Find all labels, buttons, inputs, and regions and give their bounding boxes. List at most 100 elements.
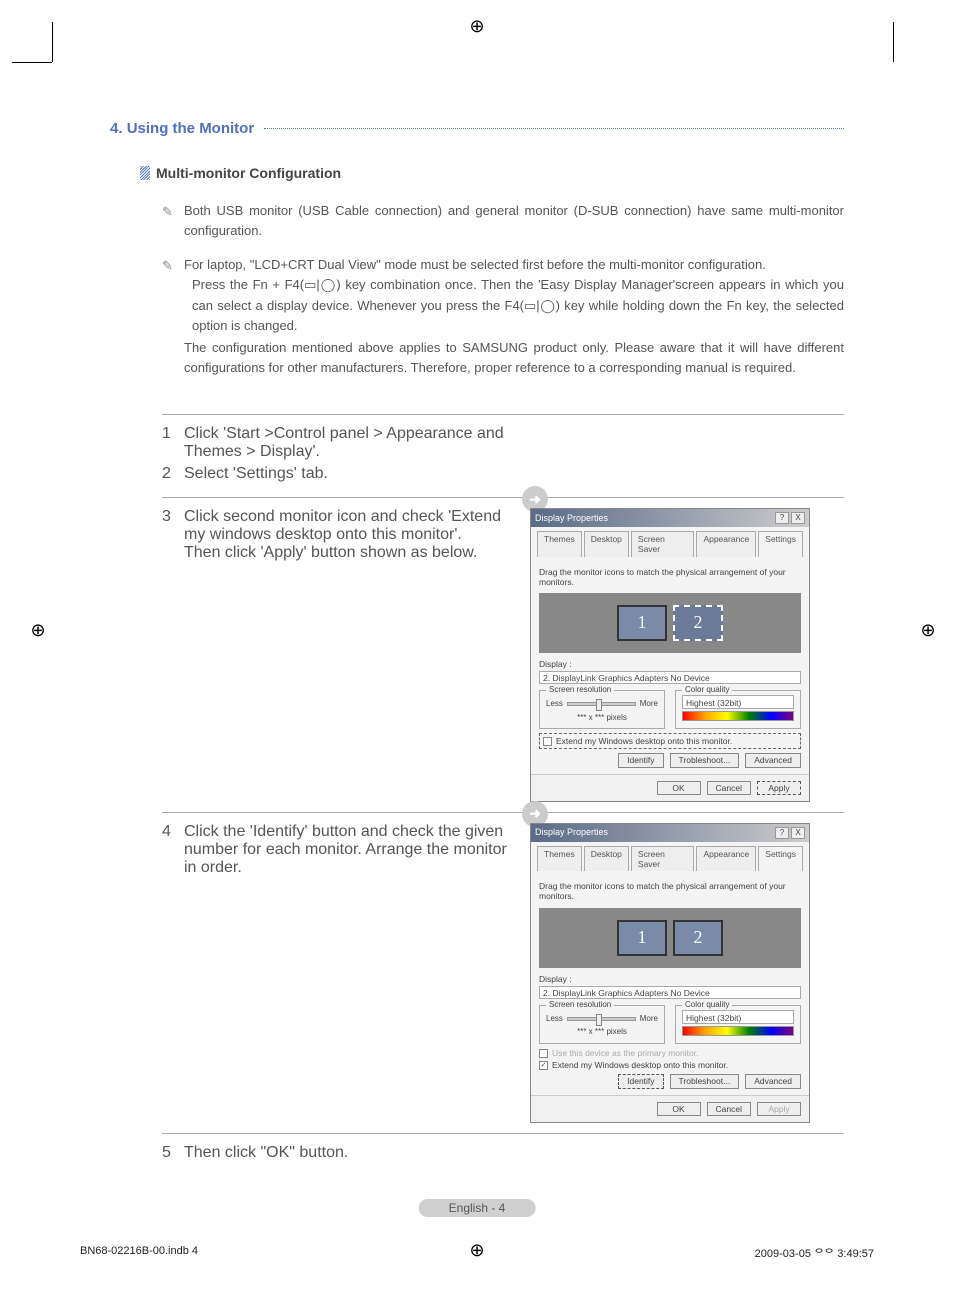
extend-checkbox-row[interactable]: ✓ Extend my Windows desktop onto this mo… — [539, 1060, 801, 1070]
troubleshoot-button[interactable]: Trobleshoot... — [670, 1074, 740, 1088]
tab-settings[interactable]: Settings — [758, 531, 803, 556]
monitor-1[interactable]: 1 — [617, 605, 667, 641]
page-footer: English - 4 — [419, 1199, 536, 1217]
step-4-text-block: 4 Click the 'Identify' button and check … — [162, 823, 512, 1123]
page: ⊕ ⊕ ⊕ ⊕ 4. Using the Monitor Multi-monit… — [0, 0, 954, 1307]
dialog-title: Display Properties — [535, 513, 608, 524]
dialog-titlebar: Display Properties ? X — [531, 509, 809, 527]
color-quality-group: Color quality Highest (32bit) — [675, 1005, 801, 1044]
monitor-2[interactable]: 2 — [673, 605, 723, 641]
display-label: Display : — [539, 659, 801, 669]
apply-button-disabled: Apply — [757, 1102, 801, 1116]
step-2-text: Select 'Settings' tab. — [184, 465, 328, 483]
dialog-body: Drag the monitor icons to match the phys… — [531, 557, 809, 774]
extend-checkbox[interactable]: ✓ — [539, 1061, 548, 1070]
heading-dots — [264, 128, 844, 129]
less-label: Less — [546, 1014, 563, 1024]
apply-button[interactable]: Apply — [757, 781, 801, 795]
dialog-body: Drag the monitor icons to match the phys… — [531, 871, 809, 1094]
dialog-titlebar: Display Properties ? X — [531, 824, 809, 842]
subheading-text: Multi-monitor Configuration — [156, 165, 341, 181]
identify-button[interactable]: Identify — [618, 1074, 663, 1088]
resolution-slider[interactable] — [567, 702, 636, 706]
help-button[interactable]: ? — [775, 827, 789, 839]
crop-mark — [52, 22, 53, 62]
display-label: Display : — [539, 974, 801, 984]
tab-themes[interactable]: Themes — [537, 846, 582, 871]
color-quality-group: Color quality Highest (32bit) — [675, 690, 801, 729]
primary-label: Use this device as the primary monitor. — [552, 1048, 698, 1058]
registration-mark-right: ⊕ — [918, 620, 938, 640]
primary-checkbox — [539, 1049, 548, 1058]
tab-appearance[interactable]: Appearance — [696, 531, 756, 556]
note-1: ✎ Both USB monitor (USB Cable connection… — [162, 201, 844, 241]
note-2-text: For laptop, "LCD+CRT Dual View" mode mus… — [184, 255, 844, 378]
tab-screensaver[interactable]: Screen Saver — [631, 531, 695, 556]
tab-screensaver[interactable]: Screen Saver — [631, 846, 695, 871]
note-2-line3: The configuration mentioned above applie… — [184, 338, 844, 378]
extend-checkbox-row[interactable]: Extend my Windows desktop onto this moni… — [539, 733, 801, 749]
step-3-text-block: 3 Click second monitor icon and check 'E… — [162, 508, 512, 802]
print-file: BN68-02216B-00.indb 4 — [80, 1245, 198, 1261]
screen-res-label: Screen resolution — [546, 685, 614, 695]
color-bar — [682, 711, 794, 721]
tab-settings[interactable]: Settings — [758, 846, 803, 871]
monitor-1[interactable]: 1 — [617, 920, 667, 956]
registration-mark-top: ⊕ — [467, 16, 487, 36]
extend-checkbox[interactable] — [543, 737, 552, 746]
pixels-label: *** x *** pixels — [546, 713, 658, 723]
tab-themes[interactable]: Themes — [537, 531, 582, 556]
screen-resolution-group: Screen resolution Less More *** x *** pi… — [539, 1005, 665, 1044]
dialog-bottom-row: OK Cancel Apply — [531, 774, 809, 801]
step-row-4: ➜ 4 Click the 'Identify' button and chec… — [162, 812, 844, 1133]
cancel-button[interactable]: Cancel — [707, 1102, 751, 1116]
close-button[interactable]: X — [791, 827, 805, 839]
display-select[interactable]: 2. DisplayLink Graphics Adapters No Devi… — [539, 986, 801, 999]
step-1-num: 1 — [162, 425, 176, 461]
step-4: 4 Click the 'Identify' button and check … — [162, 823, 512, 877]
step-3-num: 3 — [162, 508, 176, 562]
color-quality-select[interactable]: Highest (32bit) — [682, 695, 794, 709]
step-row-5: 5 Then click "OK" button. — [162, 1133, 844, 1176]
step-3b: Then click 'Apply' button shown as below… — [184, 544, 477, 561]
ok-button[interactable]: OK — [657, 1102, 701, 1116]
color-quality-label: Color quality — [682, 1000, 732, 1010]
display-select[interactable]: 2. DisplayLink Graphics Adapters No Devi… — [539, 671, 801, 684]
close-button[interactable]: X — [791, 512, 805, 524]
ok-button[interactable]: OK — [657, 781, 701, 795]
tab-appearance[interactable]: Appearance — [696, 846, 756, 871]
step-list: 1 Click 'Start >Control panel > Appearan… — [162, 425, 512, 487]
monitor-arrangement: 1 2 — [539, 908, 801, 968]
cancel-button[interactable]: Cancel — [707, 781, 751, 795]
advanced-button[interactable]: Advanced — [745, 753, 801, 767]
step-5: 5 Then click "OK" button. — [162, 1144, 512, 1162]
display-properties-dialog-2: Display Properties ? X Themes Desktop Sc… — [530, 823, 810, 1123]
screen-res-label: Screen resolution — [546, 1000, 614, 1010]
more-label: More — [640, 699, 658, 709]
print-date: 2009-03-05 ᄋᄋ 3:49:57 — [755, 1245, 874, 1261]
dialog-bottom-row: OK Cancel Apply — [531, 1095, 809, 1122]
dialog-tabs: Themes Desktop Screen Saver Appearance S… — [531, 842, 809, 871]
color-quality-select[interactable]: Highest (32bit) — [682, 1010, 794, 1024]
crop-mark — [893, 22, 894, 62]
help-button[interactable]: ? — [775, 512, 789, 524]
steps-section: 1 Click 'Start >Control panel > Appearan… — [162, 414, 844, 1176]
step-3-lines: Click second monitor icon and check 'Ext… — [184, 508, 512, 562]
dialog-title: Display Properties — [535, 827, 608, 838]
dialog-tabs: Themes Desktop Screen Saver Appearance S… — [531, 527, 809, 556]
note-2-line2: Press the Fn + F4(▭|◯) key combination o… — [192, 275, 844, 335]
pixels-label: *** x *** pixels — [546, 1027, 658, 1037]
advanced-button[interactable]: Advanced — [745, 1074, 801, 1088]
step-5-num: 5 — [162, 1144, 176, 1162]
tab-desktop[interactable]: Desktop — [584, 531, 629, 556]
troubleshoot-button[interactable]: Trobleshoot... — [670, 753, 740, 767]
step-4-text: Click the 'Identify' button and check th… — [184, 823, 512, 877]
step-3a: Click second monitor icon and check 'Ext… — [184, 508, 501, 543]
tab-desktop[interactable]: Desktop — [584, 846, 629, 871]
drag-hint: Drag the monitor icons to match the phys… — [539, 567, 801, 587]
resolution-slider[interactable] — [567, 1017, 636, 1021]
identify-button[interactable]: Identify — [618, 753, 663, 767]
note-2: ✎ For laptop, "LCD+CRT Dual View" mode m… — [162, 255, 844, 378]
monitor-2[interactable]: 2 — [673, 920, 723, 956]
step-4-num: 4 — [162, 823, 176, 877]
